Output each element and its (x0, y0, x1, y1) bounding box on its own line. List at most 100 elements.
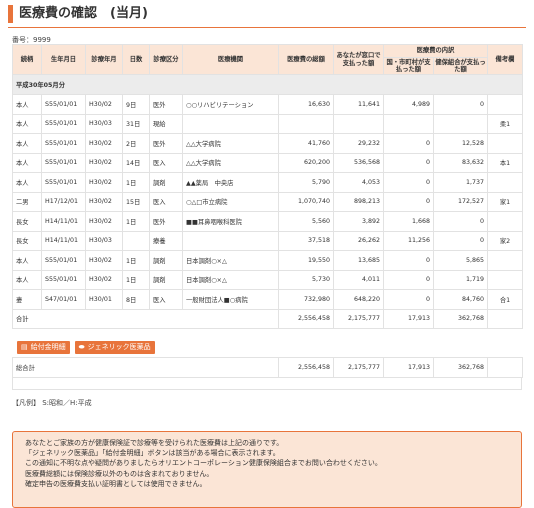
cell-category: 調剤 (149, 269, 183, 290)
cell-patient-paid: 11,641 (333, 94, 384, 115)
cell-insurer-paid: 83,632 (433, 152, 488, 173)
cell-public-paid: 0 (383, 269, 434, 290)
col-header-category: 診療区分 (149, 44, 183, 75)
cell-service-month: H30/02 (85, 269, 123, 290)
col-header-insurer-paid: 健保組合が支払った額 (433, 57, 488, 75)
cell-insurer-paid: 1,737 (433, 172, 488, 193)
notice-line: 「ジェネリック医薬品」「給付金明細」ボタンは該当がある場合に表示されます。 (25, 449, 280, 458)
cell-category: 医入 (149, 152, 183, 173)
title-divider (8, 27, 526, 28)
subtotal-label: 合計 (12, 308, 279, 329)
cell-patient-paid: 13,685 (333, 250, 384, 271)
cell-relation: 本人 (12, 172, 42, 193)
cell-public-paid: 0 (383, 191, 434, 212)
cell-insurer-paid: 0 (433, 211, 488, 232)
cell-insurer-paid: 12,528 (433, 133, 488, 154)
cell-insurer-paid: 0 (433, 94, 488, 115)
cell-institution: △△大学病院 (182, 133, 279, 154)
cell-relation: 二男 (12, 191, 42, 212)
cell-category: 医入 (149, 289, 183, 310)
cell-patient-paid (333, 113, 384, 134)
cell-notes: 家2 (487, 230, 523, 251)
cell-notes: 柔1 (487, 113, 523, 134)
notice-line: 医療費総額には保険診療以外のものは含まれておりません。 (25, 469, 214, 478)
cell-birthdate: H14/11/01 (41, 230, 86, 251)
subtotal-notes (487, 308, 523, 329)
subtotal-insurer-paid: 362,768 (433, 308, 488, 329)
cell-days: 1日 (122, 172, 150, 193)
col-header-relation: 続柄 (12, 44, 42, 75)
cell-days: 8日 (122, 289, 150, 310)
cell-notes (487, 94, 523, 115)
cell-category: 医外 (149, 133, 183, 154)
cell-insurer-paid: 0 (433, 230, 488, 251)
cell-institution: ○○リハビリテーション (182, 94, 279, 115)
cell-category: 療養 (149, 230, 183, 251)
cell-patient-paid: 648,220 (333, 289, 384, 310)
grand-total-notes (487, 357, 523, 378)
pill-icon: ⬬ (78, 343, 85, 351)
col-header-institution: 医療機関 (182, 44, 279, 75)
cell-patient-paid: 26,262 (333, 230, 384, 251)
grand-total-label: 総合計 (12, 357, 279, 378)
table-row: 妻 S47/01/01 H30/01 8日 医入 一般財団法人■○病院 732,980 648… (12, 289, 523, 310)
cell-public-paid: 0 (383, 133, 434, 154)
table-row: 二男 H17/12/01 H30/02 15日 医入 ○△□市立病院 1,070,740 89… (12, 191, 523, 212)
cell-category: 調剤 (149, 172, 183, 193)
cell-service-month: H30/01 (85, 289, 123, 310)
page-title: 医療費の確認 (当月) (8, 5, 148, 23)
cell-institution: 日本調剤○×△ (182, 250, 279, 271)
subtotal-row: 合計 2,556,458 2,175,777 17,913 362,768 (12, 308, 523, 329)
cell-patient-paid: 4,053 (333, 172, 384, 193)
cell-total: 37,518 (278, 230, 334, 251)
cell-institution (182, 230, 279, 251)
subtotal-patient-paid: 2,175,777 (333, 308, 384, 329)
cell-total: 41,760 (278, 133, 334, 154)
cell-category: 医外 (149, 211, 183, 232)
grand-total-patient-paid: 2,175,777 (333, 357, 384, 378)
grand-total-table: 総合計 2,556,458 2,175,777 17,913 362,768 (12, 357, 523, 378)
pay-detail-button[interactable]: ▤ 給付金明細 (17, 341, 70, 354)
cell-institution: 一般財団法人■○病院 (182, 289, 279, 310)
cell-birthdate: S55/01/01 (41, 172, 86, 193)
cell-notes: 本1 (487, 152, 523, 173)
cell-insurer-paid: 5,865 (433, 250, 488, 271)
grand-total-public-paid: 17,913 (383, 357, 434, 378)
cell-patient-paid: 898,213 (333, 191, 384, 212)
cell-days: 1日 (122, 269, 150, 290)
cell-notes (487, 250, 523, 271)
notice-box: あなたとご家族の方が健康保険証で診療等を受けられた医療費は上記の通りです。 「ジェ… (12, 431, 522, 508)
cell-institution: ○△□市立病院 (182, 191, 279, 212)
cell-birthdate: S55/01/01 (41, 269, 86, 290)
cell-notes (487, 133, 523, 154)
col-header-public-paid: 国・市町村が支払った額 (383, 57, 434, 75)
table-row: 本人 S55/01/01 H30/02 1日 調剤 ▲▲薬局 中央店 5,790 4,053 0… (12, 172, 523, 193)
grand-total-amount: 2,556,458 (278, 357, 334, 378)
cell-public-paid: 4,989 (383, 94, 434, 115)
generic-drug-button[interactable]: ⬬ ジェネリック医薬品 (74, 341, 155, 354)
cell-public-paid: 1,668 (383, 211, 434, 232)
cell-total (278, 113, 334, 134)
action-buttons: ▤ 給付金明細 ⬬ ジェネリック医薬品 (17, 341, 155, 354)
cell-relation: 妻 (12, 289, 42, 310)
cell-days: 1日 (122, 250, 150, 271)
table-row: 本人 S55/01/01 H30/03 31日 現給 柔1 (12, 113, 523, 134)
cell-institution (182, 113, 279, 134)
cell-relation: 本人 (12, 133, 42, 154)
cell-service-month: H30/02 (85, 191, 123, 212)
cell-days: 15日 (122, 191, 150, 212)
generic-drug-button-label: ジェネリック医薬品 (87, 343, 151, 351)
subtotal-amount: 2,556,458 (278, 308, 334, 329)
cell-days: 1日 (122, 211, 150, 232)
notice-line: 確定申告の医療費支払い証明書としては使用できません。 (25, 479, 207, 488)
grand-total-row: 総合計 2,556,458 2,175,777 17,913 362,768 (12, 357, 523, 378)
cell-patient-paid: 29,232 (333, 133, 384, 154)
table-row: 本人 S55/01/01 H30/02 2日 医外 △△大学病院 41,760 29,232 0… (12, 133, 523, 154)
cell-days: 2日 (122, 133, 150, 154)
pay-detail-button-label: 給付金明細 (30, 343, 66, 351)
col-header-breakdown: 医療費の内訳 (383, 44, 488, 58)
cell-notes (487, 211, 523, 232)
cell-notes: 家1 (487, 191, 523, 212)
cell-institution: ■■耳鼻咽喉科医院 (182, 211, 279, 232)
grand-total-insurer-paid: 362,768 (433, 357, 488, 378)
